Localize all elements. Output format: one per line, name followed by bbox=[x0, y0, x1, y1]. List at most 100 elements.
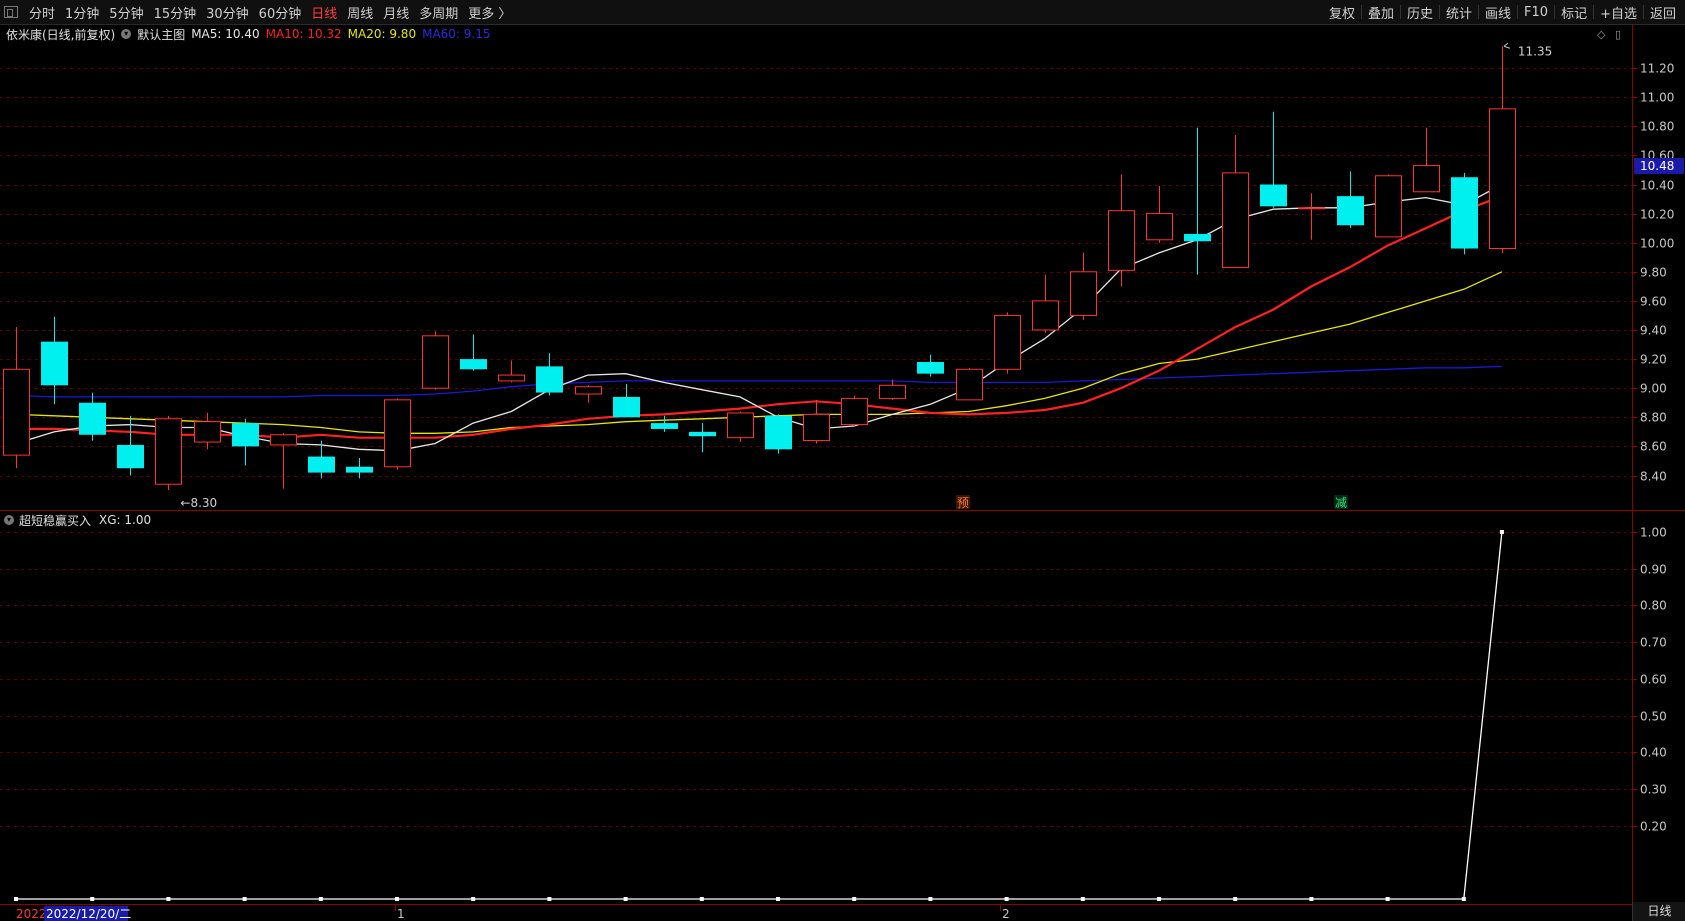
sub-tick-label: 0.30 bbox=[1640, 783, 1667, 797]
xg-point bbox=[1233, 897, 1238, 901]
candle-body bbox=[1413, 165, 1440, 193]
xg-point bbox=[1385, 897, 1390, 901]
current-price-tag: 10.48 bbox=[1634, 158, 1684, 174]
candle bbox=[575, 385, 602, 403]
sub-tick-label: 0.50 bbox=[1640, 710, 1667, 724]
x-year-label: 2022 bbox=[16, 907, 47, 921]
kline-chart[interactable]: 11.20 11.00 10.80 1 0.60 10.40 10.20 10.00 9.80 9… bbox=[0, 0, 1685, 921]
candlesticks bbox=[3, 46, 1516, 491]
candle-body bbox=[308, 456, 335, 473]
high-arrow bbox=[1503, 42, 1511, 49]
selected-date-label: 2022/12/20/二 bbox=[46, 907, 131, 921]
candle bbox=[917, 354, 944, 377]
xg-point bbox=[166, 897, 171, 901]
xg-point bbox=[928, 897, 933, 901]
candle bbox=[879, 379, 906, 400]
price-tick-label: 8.60 bbox=[1640, 440, 1667, 454]
candle-body bbox=[1222, 172, 1249, 268]
price-tick-label: 10.40 bbox=[1640, 179, 1674, 193]
candle-body bbox=[1298, 207, 1325, 210]
xg-indicator-plot bbox=[14, 530, 1504, 901]
ma20-line bbox=[15, 271, 1503, 434]
candle bbox=[765, 414, 792, 454]
xg-point bbox=[14, 897, 18, 901]
x-axis-bar bbox=[0, 905, 1632, 921]
candle bbox=[346, 458, 373, 479]
candle-body bbox=[460, 359, 487, 370]
low-label: ←8.30 bbox=[180, 496, 217, 510]
candle bbox=[1222, 135, 1249, 268]
candle bbox=[232, 418, 259, 466]
candle bbox=[384, 398, 411, 470]
price-tick-label: 11.20 bbox=[1640, 62, 1674, 76]
price-tick-label: 8.40 bbox=[1640, 470, 1667, 484]
candle bbox=[956, 367, 983, 401]
candle-body bbox=[917, 362, 944, 374]
ma5-line bbox=[15, 183, 1503, 452]
candle-body bbox=[155, 418, 182, 485]
candle-body bbox=[1489, 108, 1516, 250]
candle-body bbox=[3, 368, 30, 456]
period-indicator[interactable]: 日线 bbox=[1632, 902, 1685, 921]
candle-body bbox=[879, 384, 906, 399]
candle bbox=[1146, 185, 1173, 243]
xg-point bbox=[395, 897, 399, 901]
candle bbox=[651, 415, 678, 432]
xg-point bbox=[1157, 897, 1161, 901]
xg-point bbox=[1309, 897, 1314, 901]
high-label: 11.35 bbox=[1518, 44, 1552, 58]
candle bbox=[1070, 252, 1097, 320]
candle-body bbox=[575, 386, 602, 395]
candle bbox=[994, 312, 1021, 374]
xg-point bbox=[1461, 897, 1466, 901]
candle bbox=[1451, 172, 1478, 255]
candle bbox=[3, 327, 30, 469]
mark-jian: 减 bbox=[1335, 496, 1347, 510]
candle-body bbox=[536, 366, 563, 393]
month-label-2: 2 bbox=[1002, 907, 1010, 921]
candle-body bbox=[613, 396, 640, 418]
sub-tick-label: 0.70 bbox=[1640, 636, 1667, 650]
candle-body bbox=[1146, 213, 1173, 241]
candle bbox=[1032, 274, 1059, 333]
candle-body bbox=[727, 412, 754, 439]
candle-body bbox=[1260, 184, 1287, 207]
price-tick-label: 9.40 bbox=[1640, 324, 1667, 338]
candle-body bbox=[1108, 210, 1135, 271]
candle-body bbox=[1451, 177, 1478, 249]
xg-point bbox=[623, 897, 628, 901]
candle-body bbox=[117, 444, 144, 469]
candle bbox=[1184, 127, 1211, 275]
candle-body bbox=[232, 423, 259, 447]
candle-body bbox=[651, 423, 678, 429]
xg-point bbox=[852, 897, 857, 901]
candle bbox=[841, 395, 868, 427]
ma10-line bbox=[16, 195, 1503, 439]
candle bbox=[1108, 174, 1135, 287]
candle bbox=[803, 399, 830, 444]
moving-average-lines bbox=[15, 183, 1503, 452]
price-tick-label: 10.00 bbox=[1640, 237, 1674, 251]
candle-body bbox=[841, 397, 868, 426]
candle-body bbox=[384, 399, 411, 468]
price-tick-label: 9.00 bbox=[1640, 382, 1667, 396]
xg-line bbox=[16, 531, 1503, 900]
candle-body bbox=[79, 402, 106, 435]
candle-body bbox=[270, 434, 297, 446]
xg-point bbox=[1499, 530, 1504, 534]
sub-tick-label: 0.20 bbox=[1640, 820, 1667, 834]
candle-body bbox=[498, 374, 525, 382]
xg-point bbox=[471, 897, 476, 901]
candle bbox=[1298, 193, 1325, 240]
candle bbox=[155, 415, 182, 491]
candle-body bbox=[1070, 271, 1097, 316]
candle bbox=[727, 411, 754, 443]
candle-body bbox=[1337, 196, 1364, 226]
candle bbox=[1375, 174, 1402, 238]
candle bbox=[1413, 127, 1440, 193]
price-tick-label: 10.20 bbox=[1640, 208, 1674, 222]
xg-point bbox=[318, 897, 323, 901]
candle-body bbox=[689, 431, 716, 437]
candle bbox=[1489, 46, 1516, 253]
candle bbox=[498, 360, 525, 383]
